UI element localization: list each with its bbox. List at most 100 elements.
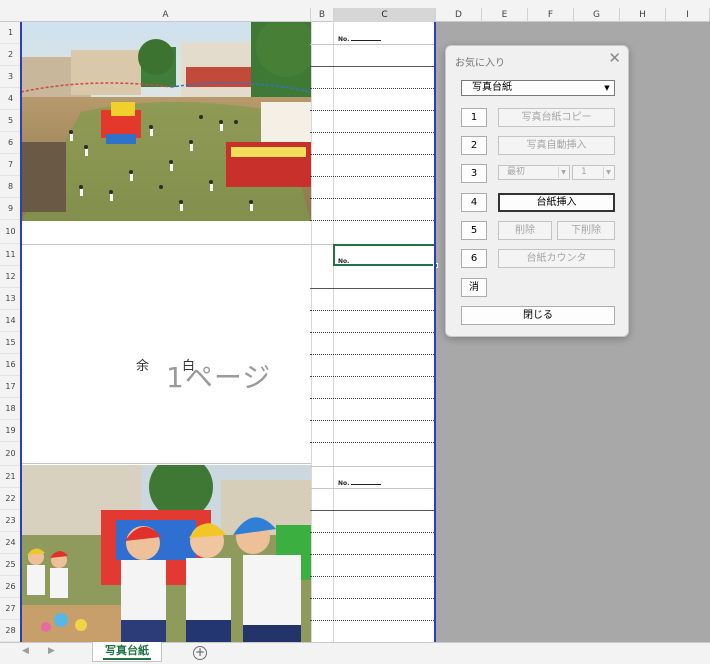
active-cell-c11[interactable] <box>333 244 436 266</box>
number-label-text: No. <box>338 480 350 487</box>
column-g-header[interactable]: G <box>574 8 620 22</box>
row-header-19[interactable]: 19 <box>0 420 21 442</box>
row-line <box>310 110 434 111</box>
copy-template-button[interactable]: 写真台紙コピー <box>498 108 615 127</box>
add-sheet-icon[interactable]: + <box>193 646 207 660</box>
row-header-12[interactable]: 12 <box>0 266 21 288</box>
row-line <box>310 376 434 377</box>
blank-char-yo: 余 <box>136 359 150 374</box>
row-header-3[interactable]: 3 <box>0 66 21 88</box>
auto-insert-photo-button[interactable]: 写真自動挿入 <box>498 136 615 155</box>
column-f-header[interactable]: F <box>528 8 574 22</box>
row-header-26[interactable]: 26 <box>0 576 21 598</box>
row-header-7[interactable]: 7 <box>0 154 21 176</box>
row-line <box>310 532 434 533</box>
number-button-5[interactable]: 5 <box>461 221 487 240</box>
row-header-17[interactable]: 17 <box>0 376 21 398</box>
row-header-1[interactable]: 1 <box>0 22 21 44</box>
dialog-title: お気に入り <box>455 58 505 69</box>
row-line <box>310 354 434 355</box>
number-button-4[interactable]: 4 <box>461 193 487 212</box>
template-select-value: 写真台紙 <box>472 82 512 93</box>
column-a-header[interactable]: A <box>21 8 311 22</box>
festival-photo[interactable] <box>21 22 311 221</box>
page-border-right <box>434 22 436 642</box>
row-line <box>310 132 434 133</box>
column-e-header[interactable]: E <box>482 8 528 22</box>
template-select[interactable]: 写真台紙 ▼ <box>461 80 615 96</box>
column-header: A B C D E F G H I <box>0 8 710 22</box>
number-button-6[interactable]: 6 <box>461 249 487 268</box>
row-header: 1 2 3 4 5 6 7 8 9 10 11 12 13 14 15 16 1… <box>0 22 21 642</box>
row-header-24[interactable]: 24 <box>0 532 21 554</box>
first-select[interactable]: 最初 ▼ <box>498 165 570 180</box>
row-header-6[interactable]: 6 <box>0 132 21 154</box>
number-label: No. <box>338 36 382 43</box>
row-header-28[interactable]: 28 <box>0 620 21 642</box>
column-h-header[interactable]: H <box>620 8 666 22</box>
row-line <box>310 154 434 155</box>
row-line <box>310 488 434 489</box>
number-label-text: No. <box>338 36 350 43</box>
close-icon[interactable]: ✕ <box>608 49 621 67</box>
prev-sheet-icon[interactable]: ◀ <box>22 646 29 656</box>
number-button-3[interactable]: 3 <box>461 164 487 183</box>
sheet-tab-bar: ◀ ▶ 写真台紙 + <box>0 642 710 664</box>
row-header-18[interactable]: 18 <box>0 398 21 420</box>
row-header-25[interactable]: 25 <box>0 554 21 576</box>
row-header-22[interactable]: 22 <box>0 488 21 510</box>
row-header-9[interactable]: 9 <box>0 198 21 220</box>
delete-below-button[interactable]: 下削除 <box>557 221 615 240</box>
column-i-header[interactable]: I <box>666 8 710 22</box>
dropdown-arrow-icon[interactable]: ▼ <box>603 167 613 178</box>
row-header-27[interactable]: 27 <box>0 598 21 620</box>
page-border-left <box>20 22 22 642</box>
next-sheet-icon[interactable]: ▶ <box>48 646 55 656</box>
top-strip <box>0 0 710 8</box>
row-header-14[interactable]: 14 <box>0 310 21 332</box>
row-header-2[interactable]: 2 <box>0 44 21 66</box>
row-line <box>310 310 434 311</box>
children-photo[interactable] <box>21 465 311 642</box>
row-header-21[interactable]: 21 <box>0 466 21 488</box>
number-button-1[interactable]: 1 <box>461 108 487 127</box>
sheet-grid[interactable]: 余 1ページ 白 No. No. No. <box>21 22 438 642</box>
row-line <box>310 88 434 89</box>
column-c-header[interactable]: C <box>334 8 436 22</box>
row-header-20[interactable]: 20 <box>0 442 21 466</box>
row-line <box>310 466 434 467</box>
row-header-16[interactable]: 16 <box>0 354 21 376</box>
row-header-23[interactable]: 23 <box>0 510 21 532</box>
dropdown-arrow-icon[interactable]: ▼ <box>602 83 612 93</box>
row-header-10[interactable]: 10 <box>0 220 21 244</box>
close-button[interactable]: 閉じる <box>461 306 615 325</box>
blank-char-haku: 白 <box>182 359 196 374</box>
excel-window: A B C D E F G H I 1 2 3 4 5 6 7 8 9 10 1… <box>0 0 710 664</box>
row-header-8[interactable]: 8 <box>0 176 21 198</box>
template-counter-button[interactable]: 台紙カウンタ <box>498 249 615 268</box>
column-d-header[interactable]: D <box>436 8 482 22</box>
row-line <box>310 598 434 599</box>
row-header-11[interactable]: 11 <box>0 244 21 266</box>
row-line <box>310 510 434 511</box>
row-line <box>310 554 434 555</box>
delete-button[interactable]: 削除 <box>498 221 552 240</box>
count-select-value: 1 <box>581 167 587 177</box>
row-line <box>310 332 434 333</box>
insert-template-button[interactable]: 台紙挿入 <box>498 193 615 212</box>
row-line <box>310 66 434 67</box>
row-line <box>310 220 434 221</box>
count-select[interactable]: 1 ▼ <box>572 165 615 180</box>
blank-page-area[interactable]: 余 1ページ 白 <box>21 244 311 464</box>
row-header-5[interactable]: 5 <box>0 110 21 132</box>
row-header-15[interactable]: 15 <box>0 332 21 354</box>
favorites-dialog: お気に入り ✕ 写真台紙 ▼ 1 写真台紙コピー 2 写真自動挿入 3 最初 ▼… <box>445 45 629 337</box>
row-line <box>310 420 434 421</box>
clear-button[interactable]: 消 <box>461 278 487 297</box>
number-button-2[interactable]: 2 <box>461 136 487 155</box>
row-header-4[interactable]: 4 <box>0 88 21 110</box>
column-b-header[interactable]: B <box>311 8 334 22</box>
sheet-tab-photo-template[interactable]: 写真台紙 <box>92 642 162 662</box>
row-header-13[interactable]: 13 <box>0 288 21 310</box>
dropdown-arrow-icon[interactable]: ▼ <box>558 167 568 178</box>
